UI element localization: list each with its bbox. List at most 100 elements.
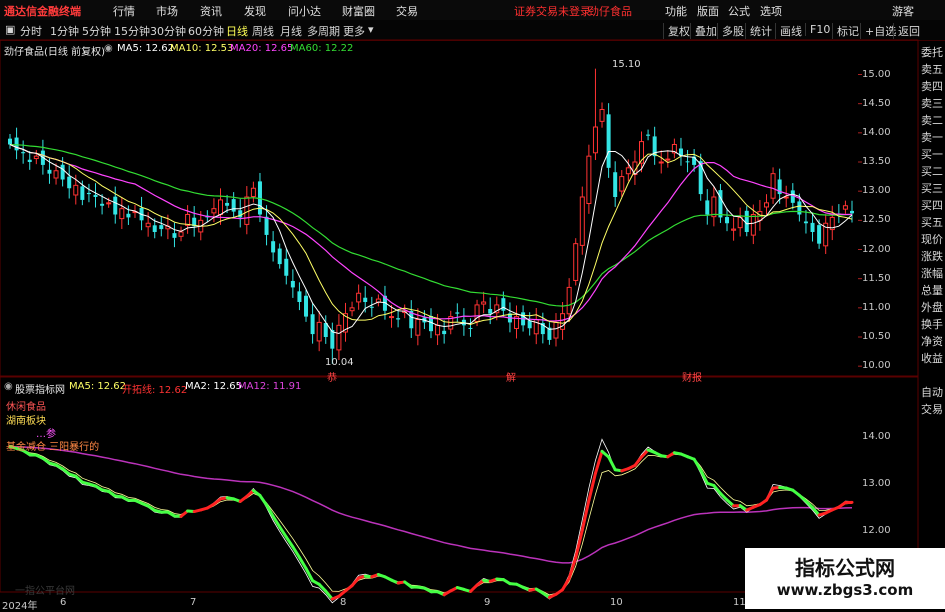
candle-down — [271, 241, 275, 252]
candle-down — [47, 170, 51, 174]
side-label[interactable]: 净资 — [921, 334, 945, 349]
side-label[interactable]: 涨跌 — [921, 249, 945, 264]
side-label-auto[interactable]: 自动 — [921, 385, 945, 400]
candle-up — [482, 302, 486, 304]
side-label[interactable]: 卖四 — [921, 79, 945, 94]
side-label[interactable]: 换手 — [921, 317, 945, 332]
candle-up — [120, 209, 124, 219]
candle-up — [712, 197, 716, 217]
event-mark-3[interactable]: 财报 — [682, 369, 702, 384]
candle-up — [74, 185, 78, 195]
side-label[interactable]: 卖一 — [921, 130, 945, 145]
candle-down — [330, 330, 334, 349]
side-label[interactable]: 买三 — [921, 181, 945, 196]
candle-down — [850, 211, 854, 213]
candle-down — [718, 190, 722, 217]
candle-up — [600, 110, 604, 122]
side-label[interactable]: 卖二 — [921, 113, 945, 128]
sub-tick-label: 13.00 — [862, 478, 891, 489]
candle-down — [61, 165, 65, 180]
candle-down — [159, 225, 163, 229]
candle-up — [350, 308, 354, 311]
candle-down — [291, 281, 295, 287]
price-tick-label: 11.50 — [862, 273, 891, 284]
side-label-auto[interactable]: 交易 — [921, 402, 945, 417]
low-annotation: 10.04 — [325, 357, 354, 368]
date-tick-label: 10 — [610, 597, 623, 608]
chart-canvas[interactable] — [0, 0, 945, 609]
sub-kaituo-segment — [589, 473, 596, 500]
candle-down — [265, 217, 269, 235]
date-tick-label: 6 — [60, 597, 66, 608]
price-tick-label: 10.50 — [862, 331, 891, 342]
candle-up — [843, 206, 847, 209]
tag-fund: 基金减仓 三阳暴行的 — [6, 438, 99, 453]
side-label[interactable]: 买五 — [921, 215, 945, 230]
candle-up — [626, 168, 630, 174]
candle-up — [567, 287, 571, 313]
ma20-line — [10, 145, 852, 322]
price-tick-label: 13.50 — [862, 156, 891, 167]
ma5-line — [10, 145, 852, 334]
side-label[interactable]: 买一 — [921, 147, 945, 162]
price-tick-label: 14.00 — [862, 127, 891, 138]
sub-chart-title: 股票指标网 — [15, 381, 65, 396]
candle-up — [416, 320, 420, 336]
event-mark-1[interactable]: 恭 — [327, 369, 337, 384]
sub-kaituo-segment — [609, 457, 616, 470]
high-annotation: 15.10 — [612, 59, 641, 70]
side-label[interactable]: 卖五 — [921, 62, 945, 77]
site-watermark: 指标公式网 www.zbgs3.com — [745, 548, 945, 609]
candle-up — [107, 203, 111, 204]
candle-up — [764, 203, 768, 207]
candle-up — [587, 156, 591, 203]
candle-up — [784, 197, 788, 198]
date-tick-label: 11 — [733, 597, 746, 608]
sub-kaituo-segment — [293, 547, 300, 558]
candle-down — [80, 186, 84, 200]
date-tick-label: 7 — [190, 597, 196, 608]
event-mark-2[interactable]: 解 — [506, 369, 516, 384]
candle-down — [284, 259, 288, 276]
candle-down — [705, 200, 709, 214]
candle-down — [278, 249, 282, 265]
candle-up — [666, 159, 670, 160]
candle-down — [817, 225, 821, 244]
sub-legend-ma5: MA5: 12.62 — [69, 381, 126, 392]
candle-down — [126, 214, 130, 218]
side-label[interactable]: 外盘 — [921, 300, 945, 315]
candle-up — [245, 197, 249, 224]
side-label[interactable]: 买二 — [921, 164, 945, 179]
sub-tick-label: 14.00 — [862, 431, 891, 442]
candle-up — [357, 293, 361, 302]
candle-down — [725, 217, 729, 223]
side-label[interactable]: 现价 — [921, 232, 945, 247]
candle-down — [67, 177, 71, 189]
side-label[interactable]: 委托 — [921, 45, 945, 60]
candle-down — [363, 298, 367, 302]
candle-up — [659, 162, 663, 163]
candle-down — [745, 211, 749, 232]
candle-up — [219, 200, 223, 215]
tag-leisure-food: 休闲食品 — [6, 398, 46, 413]
side-label[interactable]: 涨幅 — [921, 266, 945, 281]
sub-legend-ma12: MA12: 11.91 — [238, 381, 301, 392]
candle-down — [232, 199, 236, 211]
faint-watermark: 一指公平台网 — [15, 582, 75, 597]
candle-up — [179, 232, 183, 236]
candle-up — [34, 156, 38, 158]
candle-up — [580, 197, 584, 245]
sub-settings-icon[interactable]: ◉ — [4, 381, 13, 392]
watermark-title: 指标公式网 — [745, 552, 945, 581]
side-label[interactable]: 总量 — [921, 283, 945, 298]
side-label[interactable]: 卖三 — [921, 96, 945, 111]
side-label[interactable]: 买四 — [921, 198, 945, 213]
price-tick-label: 12.00 — [862, 244, 891, 255]
sub-legend-kaituo: 开拓线: 12.62 — [122, 381, 187, 396]
ma10-line — [10, 145, 852, 325]
side-label[interactable]: 收益 — [921, 351, 945, 366]
sub-kaituo-segment — [299, 557, 306, 568]
sub-kaituo-segment — [635, 457, 642, 465]
candle-down — [442, 331, 446, 334]
main-panel-frame — [0, 40, 918, 376]
